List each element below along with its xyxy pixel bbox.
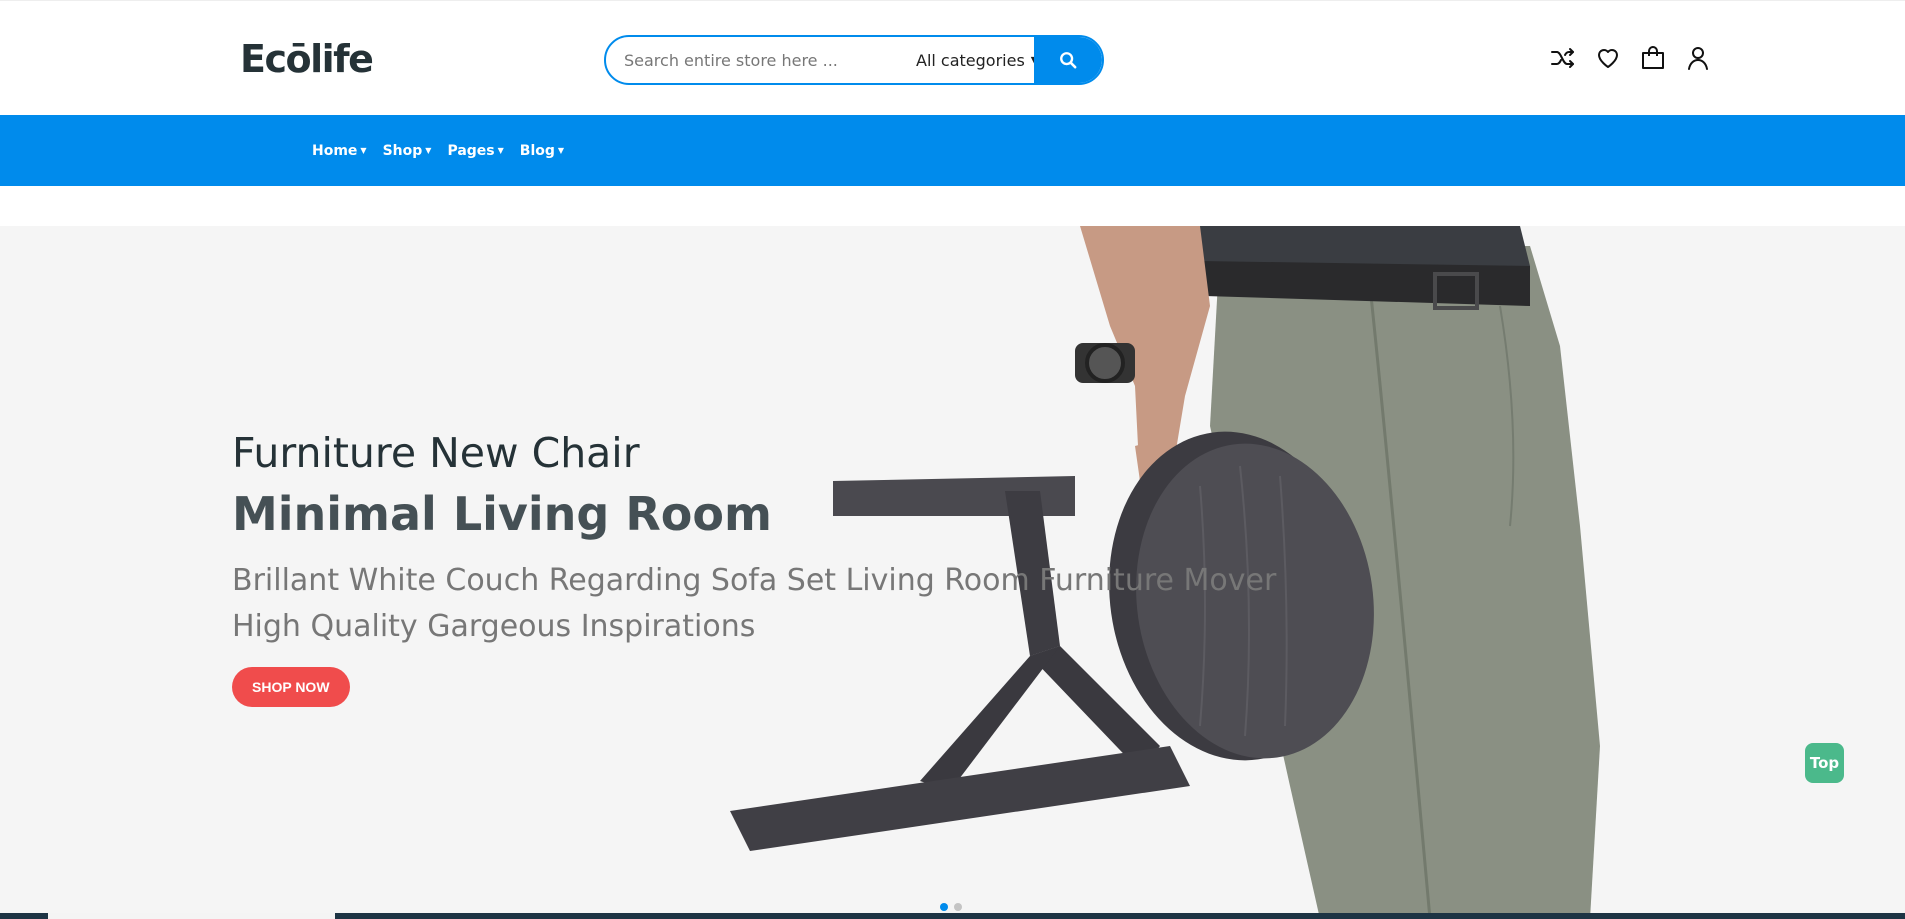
slider-dot[interactable] bbox=[954, 903, 962, 911]
hero-title: Minimal Living Room bbox=[232, 487, 772, 541]
user-icon bbox=[1688, 47, 1708, 70]
footer-edge-segment bbox=[48, 913, 335, 919]
heart-icon bbox=[1598, 49, 1618, 68]
nav-item-label: Pages bbox=[447, 142, 495, 159]
compare-button[interactable] bbox=[1550, 45, 1576, 71]
slider-pagination bbox=[940, 903, 962, 911]
search-button[interactable] bbox=[1034, 37, 1102, 83]
hero-description: Brillant White Couch Regarding Sofa Set … bbox=[232, 563, 1277, 644]
search-bar: All categories ▼ bbox=[604, 35, 1104, 85]
site-header: Ecōlife All categories ▼ bbox=[0, 0, 1905, 115]
hero-subtitle: Furniture New Chair bbox=[232, 429, 640, 477]
nav-item-blog[interactable]: Blog ▼ bbox=[520, 143, 564, 159]
nav-item-label: Home bbox=[312, 142, 358, 159]
nav-item-home[interactable]: Home ▼ bbox=[312, 143, 367, 159]
shop-now-button[interactable]: SHOP NOW bbox=[232, 667, 350, 707]
wishlist-button[interactable] bbox=[1595, 45, 1621, 71]
slider-dot[interactable] bbox=[940, 903, 948, 911]
footer-edge bbox=[0, 913, 1905, 919]
caret-down-icon: ▼ bbox=[360, 146, 367, 155]
category-select[interactable]: All categories ▼ bbox=[916, 37, 1041, 83]
category-select-value: All categories bbox=[916, 50, 1025, 70]
nav-item-pages[interactable]: Pages ▼ bbox=[447, 143, 503, 159]
search-input[interactable] bbox=[624, 37, 894, 83]
hero-content: Furniture New Chair Minimal Living Room … bbox=[232, 426, 1312, 707]
search-icon bbox=[1060, 52, 1077, 69]
caret-down-icon: ▼ bbox=[557, 146, 565, 155]
caret-down-icon: ▼ bbox=[425, 146, 432, 155]
caret-down-icon: ▼ bbox=[497, 146, 504, 155]
cart-button[interactable] bbox=[1640, 45, 1666, 71]
hero-slider[interactable]: Furniture New Chair Minimal Living Room … bbox=[0, 226, 1905, 919]
account-button[interactable] bbox=[1685, 45, 1711, 71]
nav-item-label: Shop bbox=[382, 142, 423, 159]
nav-item-label: Blog bbox=[519, 142, 555, 159]
back-to-top-button[interactable]: Top bbox=[1805, 743, 1844, 783]
shuffle-icon bbox=[1551, 48, 1574, 68]
bag-icon bbox=[1642, 46, 1664, 69]
header-actions bbox=[1550, 45, 1711, 71]
main-navigation: Home ▼ Shop ▼ Pages ▼ Blog ▼ bbox=[0, 115, 1905, 186]
site-logo[interactable]: Ecōlife bbox=[240, 37, 374, 81]
nav-item-shop[interactable]: Shop ▼ bbox=[383, 143, 432, 159]
